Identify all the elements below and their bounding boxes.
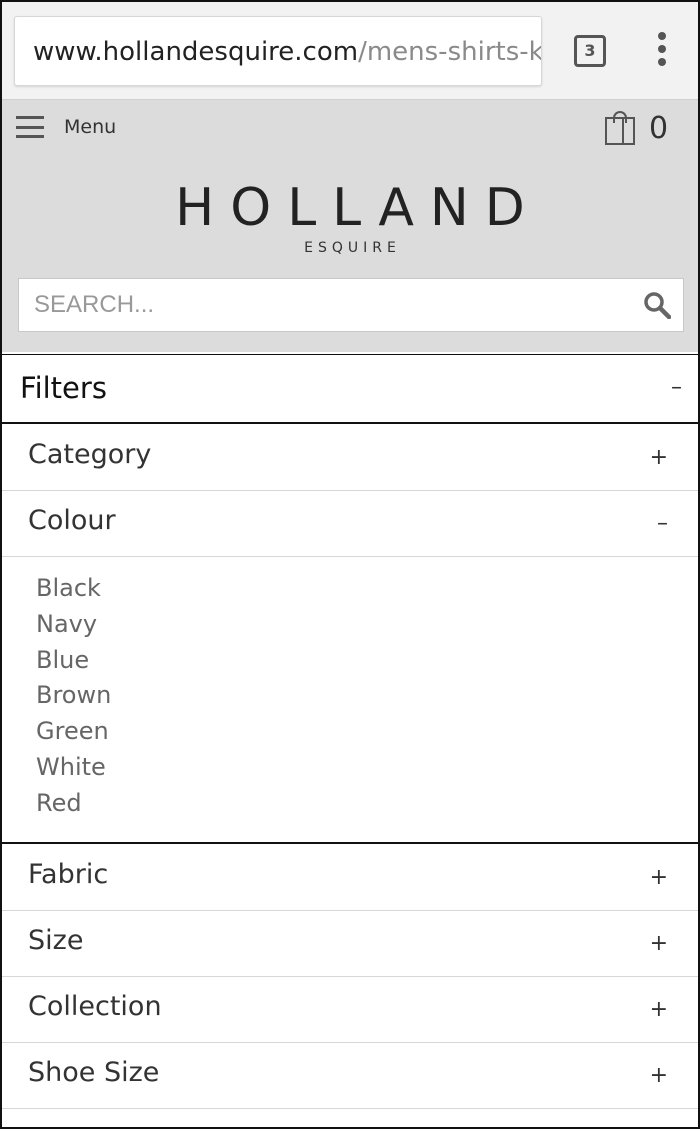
search-icon[interactable] (643, 291, 671, 319)
filter-shoe-size[interactable]: Shoe Size + (2, 1043, 698, 1109)
cart-count: 0 (649, 110, 669, 146)
filter-label: Fabric (28, 859, 109, 890)
search-input[interactable] (19, 279, 619, 331)
filter-size[interactable]: Size + (2, 911, 698, 977)
filter-label: Collection (28, 991, 162, 1022)
hamburger-icon (16, 116, 44, 138)
filter-fabric[interactable]: Fabric + (2, 845, 698, 911)
expand-icon[interactable]: + (650, 865, 668, 890)
expand-icon[interactable]: + (650, 445, 668, 470)
filters-title: Filters (20, 371, 107, 405)
url-path: /mens-shirts-kr (358, 37, 542, 67)
filter-label: Category (28, 439, 152, 470)
colour-option-white[interactable]: White (36, 750, 698, 786)
menu-button[interactable]: Menu (16, 112, 116, 142)
search-bar (18, 278, 684, 332)
url-host: www.hollandesquire.com (33, 37, 359, 67)
filter-label: Colour (28, 505, 116, 536)
site-logo[interactable]: HOLLAND ESQUIRE (2, 178, 698, 256)
menu-label: Menu (64, 116, 117, 138)
shopping-bag-icon (605, 111, 637, 145)
filter-label: Size (28, 925, 84, 956)
expand-icon[interactable]: + (650, 931, 668, 956)
filters-header[interactable]: Filters – (2, 354, 698, 424)
colour-option-red[interactable]: Red (36, 786, 698, 822)
browser-toolbar: www.hollandesquire.com/mens-shirts-kr 3 (2, 2, 698, 100)
filter-collection[interactable]: Collection + (2, 977, 698, 1043)
address-bar[interactable]: www.hollandesquire.com/mens-shirts-kr (14, 16, 542, 86)
filter-label: Shoe Size (28, 1057, 160, 1088)
expand-icon[interactable]: + (650, 1063, 668, 1088)
more-vert-icon[interactable] (652, 32, 672, 72)
colour-options: Black Navy Blue Brown Green White Red (2, 558, 698, 844)
colour-option-navy[interactable]: Navy (36, 607, 698, 643)
site-header: Menu 0 HOLLAND ESQUIRE (2, 100, 698, 352)
cart-button[interactable]: 0 (605, 108, 668, 148)
colour-option-black[interactable]: Black (36, 571, 698, 607)
collapse-icon[interactable]: – (671, 375, 682, 400)
expand-icon[interactable]: + (650, 997, 668, 1022)
colour-option-brown[interactable]: Brown (36, 678, 698, 714)
filter-colour[interactable]: Colour – (2, 491, 698, 557)
tab-switcher-icon[interactable]: 3 (574, 35, 606, 67)
colour-option-green[interactable]: Green (36, 714, 698, 750)
filter-category[interactable]: Category + (2, 425, 698, 491)
logo-main-text: HOLLAND (175, 178, 541, 238)
logo-sub-text: ESQUIRE (304, 240, 401, 256)
collapse-icon[interactable]: – (657, 511, 668, 536)
colour-option-blue[interactable]: Blue (36, 643, 698, 679)
